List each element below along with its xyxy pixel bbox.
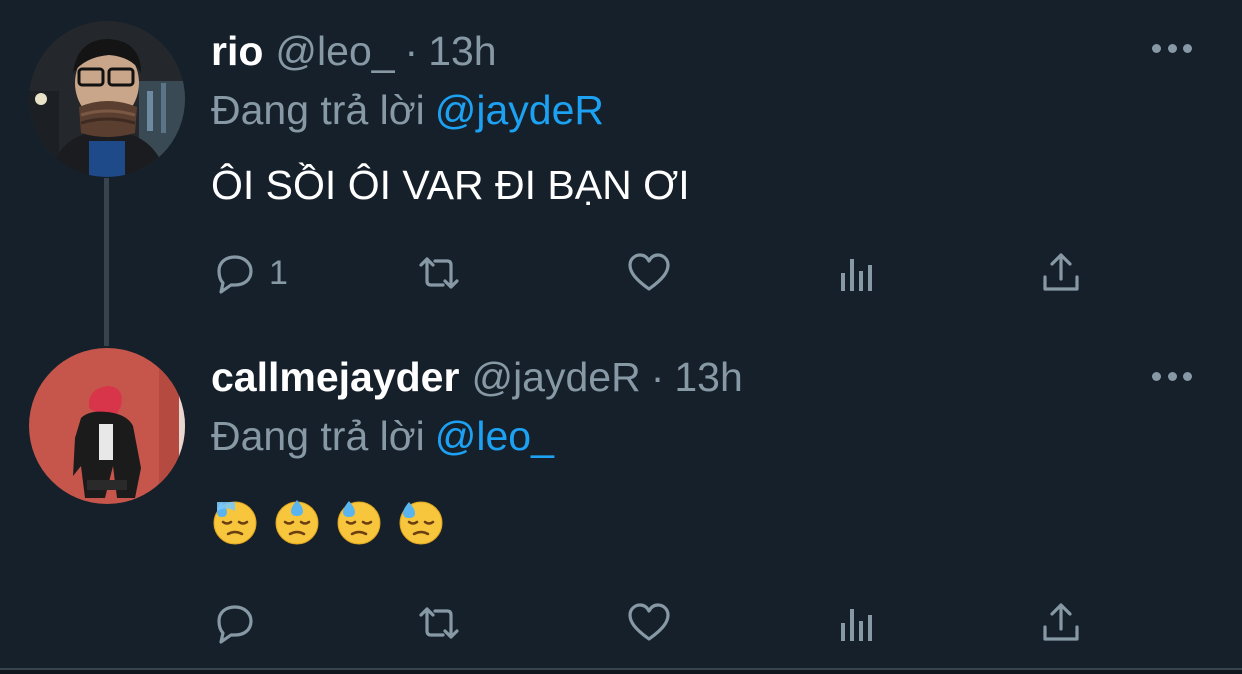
separator-dot: · — [650, 354, 665, 400]
tweet[interactable]: callmejayder @jaydeR · 13h Đang trả lời @leo… — [0, 330, 1242, 668]
display-name[interactable]: rio — [211, 28, 263, 74]
reply-button[interactable]: 1 — [211, 248, 288, 298]
user-handle[interactable]: @leo_ — [275, 28, 394, 74]
retweet-icon — [419, 257, 459, 289]
tweet-emoji-content — [211, 498, 445, 546]
downcast-face-with-sweat-emoji — [273, 498, 321, 546]
more-dot — [1167, 43, 1177, 53]
mention-link[interactable]: @leo_ — [435, 413, 554, 459]
reply-count: 1 — [269, 253, 288, 292]
replying-to-label: Đang trả lời — [211, 413, 425, 459]
reply-button[interactable] — [211, 598, 269, 648]
tweet-actions: 1 — [211, 248, 1111, 298]
tweet-text: ÔI SỒI ÔI VAR ĐI BẠN ƠI — [211, 162, 690, 208]
share-button[interactable] — [1037, 598, 1085, 648]
user-handle[interactable]: @jaydeR — [471, 354, 640, 400]
tweet-header: rio @leo_ · 13h — [211, 26, 497, 76]
more-options-button[interactable] — [1152, 361, 1192, 391]
thread-connector-line — [104, 178, 109, 346]
more-options-button[interactable] — [1152, 33, 1192, 63]
avatar-photo — [29, 348, 185, 504]
share-button[interactable] — [1037, 248, 1085, 298]
analytics-icon — [841, 259, 872, 291]
mention-link[interactable]: @jaydeR — [435, 87, 604, 133]
share-icon — [1043, 253, 1079, 291]
replying-to-label: Đang trả lời — [211, 87, 425, 133]
more-dot — [1152, 43, 1161, 53]
retweet-icon — [419, 607, 459, 639]
tweet-actions — [211, 598, 1111, 648]
display-name[interactable]: callmejayder — [211, 354, 459, 400]
downcast-face-with-sweat-emoji — [335, 498, 383, 546]
replying-to: Đang trả lời @jaydeR — [211, 86, 604, 134]
more-dot — [1167, 371, 1177, 381]
avatar[interactable] — [29, 348, 185, 504]
analytics-button[interactable] — [833, 598, 881, 648]
heart-icon — [628, 603, 670, 641]
reply-icon — [217, 255, 253, 294]
downcast-face-with-sweat-emoji — [211, 498, 259, 546]
retweet-button[interactable] — [415, 598, 463, 648]
more-dot — [1183, 371, 1192, 381]
retweet-button[interactable] — [415, 248, 463, 298]
timestamp[interactable]: 13h — [428, 28, 496, 74]
timestamp[interactable]: 13h — [674, 354, 742, 400]
share-icon — [1043, 603, 1079, 641]
tweet[interactable]: rio @leo_ · 13h Đang trả lời @jaydeR ÔI SỒI … — [0, 0, 1242, 346]
like-button[interactable] — [625, 598, 673, 648]
separator-dot: · — [404, 28, 419, 74]
tweet-divider — [0, 668, 1242, 674]
tweet-header: callmejayder @jaydeR · 13h — [211, 352, 743, 402]
more-dot — [1183, 43, 1192, 53]
downcast-face-with-sweat-emoji — [397, 498, 445, 546]
replying-to: Đang trả lời @leo_ — [211, 412, 554, 460]
heart-icon — [628, 253, 670, 291]
more-dot — [1152, 371, 1161, 381]
reply-icon — [217, 605, 253, 644]
avatar-photo — [29, 21, 185, 177]
like-button[interactable] — [625, 248, 673, 298]
analytics-button[interactable] — [833, 248, 881, 298]
conversation-thread: rio @leo_ · 13h Đang trả lời @jaydeR ÔI SỒI … — [0, 0, 1242, 674]
analytics-icon — [841, 609, 872, 641]
avatar[interactable] — [29, 21, 185, 177]
